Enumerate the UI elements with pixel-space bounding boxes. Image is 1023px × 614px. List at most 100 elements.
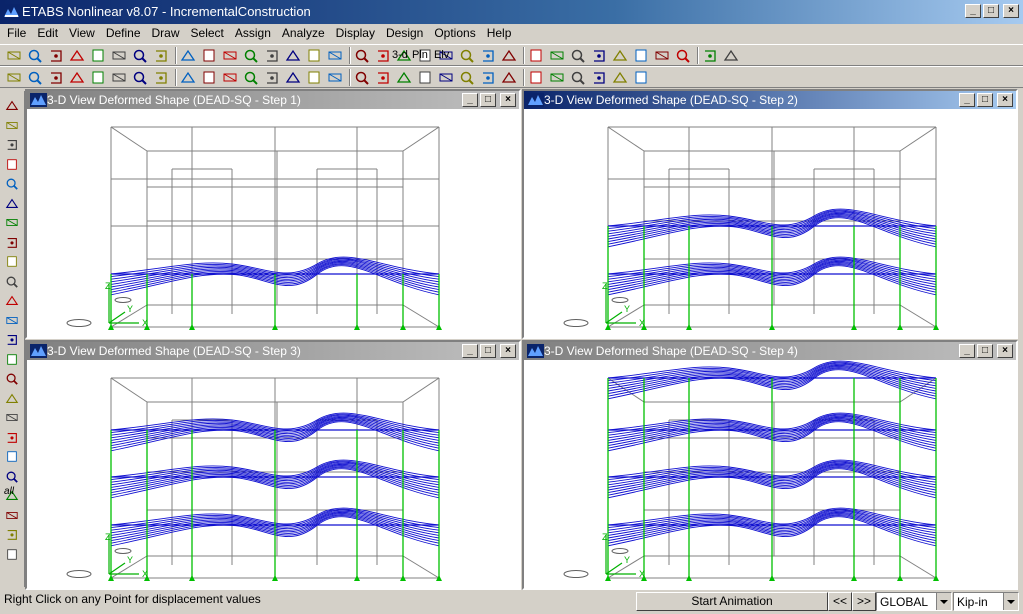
run-analysis-icon[interactable] <box>201 48 217 63</box>
snap-points-icon[interactable] <box>5 353 19 366</box>
new-file-icon[interactable] <box>6 48 22 63</box>
draw-area-icon[interactable] <box>27 70 43 85</box>
snap-perpendicular-icon[interactable] <box>354 70 370 85</box>
draw-wall-tool-icon[interactable] <box>5 314 19 327</box>
snap-icon[interactable] <box>90 70 106 85</box>
undo-icon[interactable] <box>111 48 127 63</box>
animate-icon[interactable] <box>675 48 691 63</box>
grid-lines-icon[interactable] <box>528 70 544 85</box>
model-canvas[interactable]: XY Z <box>524 360 1016 588</box>
draw-brace-icon[interactable] <box>153 70 169 85</box>
view-minimize-button[interactable]: _ <box>959 93 975 107</box>
draw-horizontal-icon[interactable] <box>5 294 19 307</box>
snap-intersect-icon[interactable] <box>5 392 19 405</box>
view-maximize-button[interactable]: □ <box>977 93 993 107</box>
draw-line-icon[interactable] <box>6 70 22 85</box>
pan-icon[interactable] <box>354 48 370 63</box>
snap-ends-icon[interactable] <box>5 372 19 385</box>
maximize-button[interactable]: □ <box>983 4 999 18</box>
reshape-icon[interactable] <box>5 119 19 132</box>
model-canvas[interactable]: XY Z <box>524 109 1016 337</box>
snap-perpend-icon[interactable] <box>5 411 19 424</box>
percent-icon[interactable] <box>591 48 607 63</box>
3d-view-button[interactable]: 3-d <box>392 49 408 61</box>
run-stepped-icon[interactable] <box>222 48 238 63</box>
select-clear-icon[interactable] <box>5 509 19 522</box>
previous-step-button[interactable]: << <box>828 592 852 611</box>
draw-beam-tool-icon[interactable] <box>5 197 19 210</box>
draw-rect-area-icon[interactable] <box>5 255 19 268</box>
select-pointer-icon[interactable] <box>5 99 19 112</box>
set-view-icon[interactable] <box>459 48 475 63</box>
close-button[interactable]: × <box>1003 4 1019 18</box>
save-icon[interactable] <box>48 48 64 63</box>
print-icon[interactable] <box>69 48 85 63</box>
perspective-icon[interactable] <box>480 48 496 63</box>
menu-options[interactable]: Options <box>427 24 479 43</box>
assign-joint-icon[interactable] <box>438 70 454 85</box>
view-window-step-1[interactable]: 3-D View Deformed Shape (DEAD-SQ - Step … <box>25 89 521 339</box>
draw-dimension-icon[interactable] <box>243 70 259 85</box>
select-all-label[interactable]: all <box>4 486 14 497</box>
unlock-icon[interactable] <box>243 48 259 63</box>
start-animation-button[interactable]: Start Animation <box>636 592 828 611</box>
plan-view-button[interactable]: Pln <box>412 49 428 61</box>
snap-fine-icon[interactable] <box>5 450 19 463</box>
units-dropdown[interactable]: Kip-in <box>953 592 1019 611</box>
next-step-button[interactable]: >> <box>852 592 876 611</box>
draw-wall-icon[interactable] <box>180 70 196 85</box>
draw-rectangle-icon[interactable] <box>48 70 64 85</box>
frame-forces-icon[interactable] <box>612 48 628 63</box>
model-canvas[interactable]: XY Z <box>27 109 519 337</box>
menu-help[interactable]: Help <box>480 24 516 43</box>
draw-beam-icon[interactable] <box>111 70 127 85</box>
coordinate-system-dropdown[interactable]: GLOBAL <box>876 592 952 611</box>
draw-column-icon[interactable] <box>132 70 148 85</box>
snap-intersection-icon[interactable] <box>327 70 343 85</box>
assign-diaphragm-icon[interactable] <box>480 70 496 85</box>
snap-lines-icon[interactable] <box>5 431 19 444</box>
view-maximize-button[interactable]: □ <box>480 344 496 358</box>
expand-icon[interactable] <box>5 333 19 346</box>
minimize-button[interactable]: _ <box>965 4 981 18</box>
print-preview-icon[interactable] <box>90 48 106 63</box>
draw-area-tool-icon[interactable] <box>5 236 19 249</box>
view-maximize-button[interactable]: □ <box>977 344 993 358</box>
draw-slab-icon[interactable] <box>201 70 217 85</box>
menu-edit[interactable]: Edit <box>30 24 62 43</box>
elevation-view-button[interactable]: Elv <box>434 49 449 61</box>
view-close-button[interactable]: × <box>500 344 516 358</box>
spring-icon[interactable] <box>549 70 565 85</box>
draw-point-tool-icon[interactable] <box>5 275 19 288</box>
draw-point-icon[interactable] <box>69 70 85 85</box>
select-intersect-icon[interactable] <box>5 528 19 541</box>
restraint-icon[interactable] <box>570 70 586 85</box>
menu-select[interactable]: Select <box>184 24 228 43</box>
design-check-icon[interactable] <box>723 48 739 63</box>
assign-frame-icon[interactable] <box>396 70 412 85</box>
section-cut-icon[interactable] <box>501 70 517 85</box>
draw-opening-icon[interactable] <box>222 70 238 85</box>
move-up-icon[interactable] <box>501 48 517 63</box>
draw-cross-icon[interactable] <box>5 216 19 229</box>
snap-grid-icon[interactable] <box>375 70 391 85</box>
chevron-down-icon[interactable] <box>1003 593 1018 610</box>
refresh-icon[interactable] <box>375 48 391 63</box>
view-window-step-4[interactable]: 3-D View Deformed Shape (DEAD-SQ - Step … <box>522 340 1018 590</box>
zoom-window-icon[interactable] <box>264 48 280 63</box>
menu-assign[interactable]: Assign <box>228 24 275 43</box>
menu-analyze[interactable]: Analyze <box>275 24 329 43</box>
constraint-icon[interactable] <box>591 70 607 85</box>
menu-file[interactable]: File <box>0 24 30 43</box>
view-close-button[interactable]: × <box>500 93 516 107</box>
menu-display[interactable]: Display <box>329 24 379 43</box>
snap-point-icon[interactable] <box>264 70 280 85</box>
view-minimize-button[interactable]: _ <box>462 93 478 107</box>
menu-draw[interactable]: Draw <box>145 24 184 43</box>
view-maximize-button[interactable]: □ <box>480 93 496 107</box>
view-close-button[interactable]: × <box>997 93 1013 107</box>
snap-mid-icon[interactable] <box>306 70 322 85</box>
deformed-shape-icon[interactable] <box>633 48 649 63</box>
member-forces-icon[interactable] <box>654 48 670 63</box>
draw-line-tool-icon[interactable] <box>5 138 19 151</box>
